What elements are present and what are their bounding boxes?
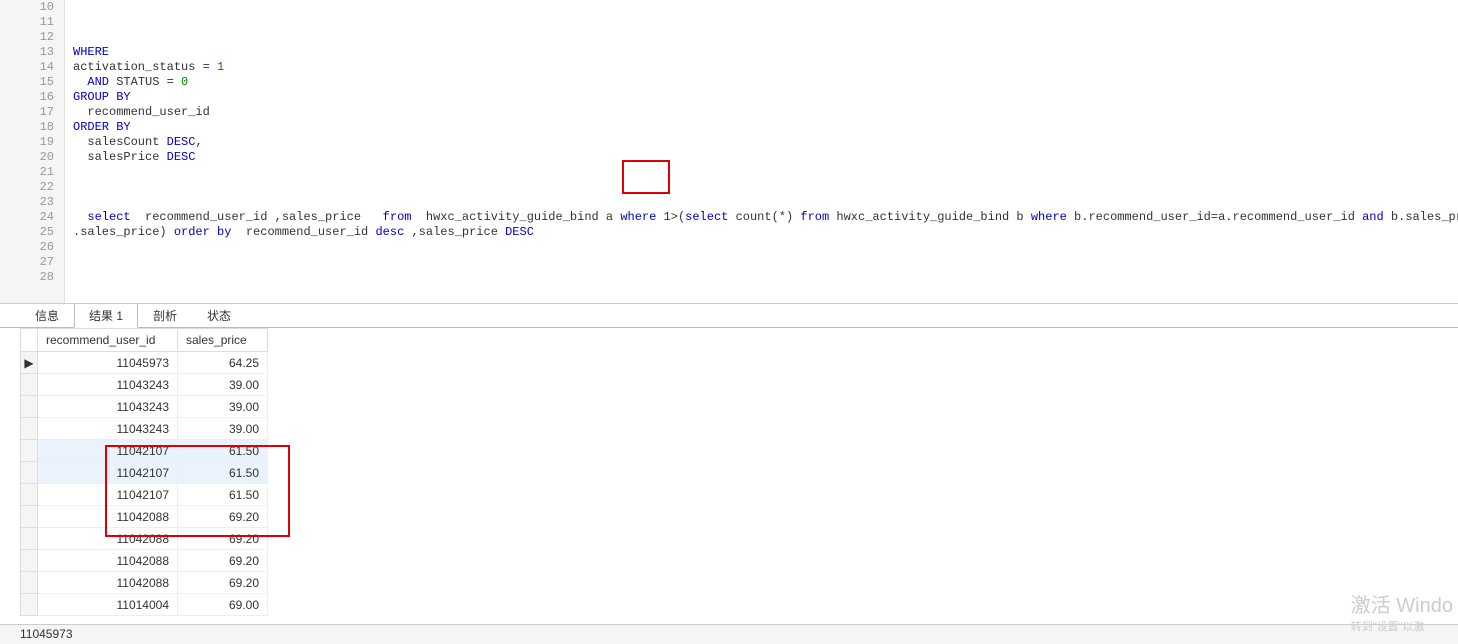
cell-sales-price[interactable]: 39.00 — [178, 418, 268, 440]
cell-recommend-user-id[interactable]: 11042107 — [38, 462, 178, 484]
cell-sales-price[interactable]: 61.50 — [178, 440, 268, 462]
row-pointer: ▶ — [21, 352, 38, 374]
code-line[interactable]: AND STATUS = 0 — [73, 75, 1458, 90]
cell-sales-price[interactable]: 39.00 — [178, 374, 268, 396]
table-row[interactable]: 1104208869.20 — [21, 572, 268, 594]
row-pointer — [21, 528, 38, 550]
code-line[interactable]: salesCount DESC, — [73, 135, 1458, 150]
table-row[interactable]: 1104208869.20 — [21, 506, 268, 528]
cell-sales-price[interactable]: 69.20 — [178, 550, 268, 572]
col-recommend-user-id[interactable]: recommend_user_id — [38, 329, 178, 352]
code-line[interactable] — [73, 270, 1458, 285]
results-panel: recommend_user_id sales_price ▶110459736… — [0, 328, 1458, 618]
table-row[interactable]: 1104210761.50 — [21, 462, 268, 484]
result-table[interactable]: recommend_user_id sales_price ▶110459736… — [20, 328, 268, 616]
code-line[interactable] — [73, 180, 1458, 195]
cell-recommend-user-id[interactable]: 11042088 — [38, 550, 178, 572]
code-line[interactable] — [73, 195, 1458, 210]
tab-result1[interactable]: 结果 1 — [74, 303, 138, 328]
code-line[interactable]: select recommend_user_id ,sales_price fr… — [73, 210, 1458, 225]
cell-sales-price[interactable]: 69.20 — [178, 572, 268, 594]
cell-recommend-user-id[interactable]: 11045973 — [38, 352, 178, 374]
tab-profile[interactable]: 剖析 — [138, 303, 192, 327]
cell-recommend-user-id[interactable]: 11042088 — [38, 506, 178, 528]
cell-recommend-user-id[interactable]: 11043243 — [38, 396, 178, 418]
table-row[interactable]: 1104324339.00 — [21, 418, 268, 440]
table-row[interactable]: 1104210761.50 — [21, 484, 268, 506]
code-line[interactable]: .sales_price) order by recommend_user_id… — [73, 225, 1458, 240]
code-line[interactable]: ORDER BY — [73, 120, 1458, 135]
code-line[interactable]: WHERE — [73, 45, 1458, 60]
cell-sales-price[interactable]: 69.20 — [178, 528, 268, 550]
table-row[interactable]: 1104208869.20 — [21, 528, 268, 550]
table-row[interactable]: 1104324339.00 — [21, 396, 268, 418]
row-pointer — [21, 506, 38, 528]
code-line[interactable] — [73, 240, 1458, 255]
row-pointer — [21, 396, 38, 418]
sql-editor[interactable]: 10111213141516171819202122232425262728 W… — [0, 0, 1458, 304]
table-row[interactable]: ▶1104597364.25 — [21, 352, 268, 374]
table-row[interactable]: 1104208869.20 — [21, 550, 268, 572]
row-pointer-header — [21, 329, 38, 352]
code-line[interactable] — [73, 165, 1458, 180]
tab-status[interactable]: 状态 — [192, 303, 246, 327]
cell-sales-price[interactable]: 64.25 — [178, 352, 268, 374]
cell-sales-price[interactable]: 61.50 — [178, 462, 268, 484]
code-line[interactable] — [73, 300, 1458, 303]
status-bar: 11045973 — [0, 624, 1458, 644]
cell-recommend-user-id[interactable]: 11043243 — [38, 418, 178, 440]
cell-recommend-user-id[interactable]: 11043243 — [38, 374, 178, 396]
code-line[interactable] — [73, 255, 1458, 270]
row-pointer — [21, 550, 38, 572]
table-row[interactable]: 1104210761.50 — [21, 440, 268, 462]
row-pointer — [21, 374, 38, 396]
table-row[interactable]: 1101400469.00 — [21, 594, 268, 616]
cell-sales-price[interactable]: 61.50 — [178, 484, 268, 506]
results-tabs: 信息 结果 1 剖析 状态 — [0, 304, 1458, 328]
cell-sales-price[interactable]: 69.00 — [178, 594, 268, 616]
code-line[interactable]: recommend_user_id — [73, 105, 1458, 120]
code-area[interactable]: WHEREactivation_status = 1 AND STATUS = … — [65, 0, 1458, 303]
table-row[interactable]: 1104324339.00 — [21, 374, 268, 396]
line-gutter: 10111213141516171819202122232425262728 — [0, 0, 65, 303]
cell-recommend-user-id[interactable]: 11042107 — [38, 440, 178, 462]
cell-sales-price[interactable]: 69.20 — [178, 506, 268, 528]
col-sales-price[interactable]: sales_price — [178, 329, 268, 352]
row-pointer — [21, 440, 38, 462]
row-pointer — [21, 462, 38, 484]
status-value: 11045973 — [20, 627, 73, 641]
cell-recommend-user-id[interactable]: 11042088 — [38, 528, 178, 550]
cell-recommend-user-id[interactable]: 11042088 — [38, 572, 178, 594]
row-pointer — [21, 484, 38, 506]
cell-sales-price[interactable]: 39.00 — [178, 396, 268, 418]
cell-recommend-user-id[interactable]: 11014004 — [38, 594, 178, 616]
code-line[interactable]: activation_status = 1 — [73, 60, 1458, 75]
code-line[interactable]: salesPrice DESC — [73, 150, 1458, 165]
code-line[interactable] — [73, 285, 1458, 300]
code-line[interactable]: GROUP BY — [73, 90, 1458, 105]
tab-info[interactable]: 信息 — [20, 303, 74, 327]
row-pointer — [21, 418, 38, 440]
cell-recommend-user-id[interactable]: 11042107 — [38, 484, 178, 506]
row-pointer — [21, 572, 38, 594]
row-pointer — [21, 594, 38, 616]
